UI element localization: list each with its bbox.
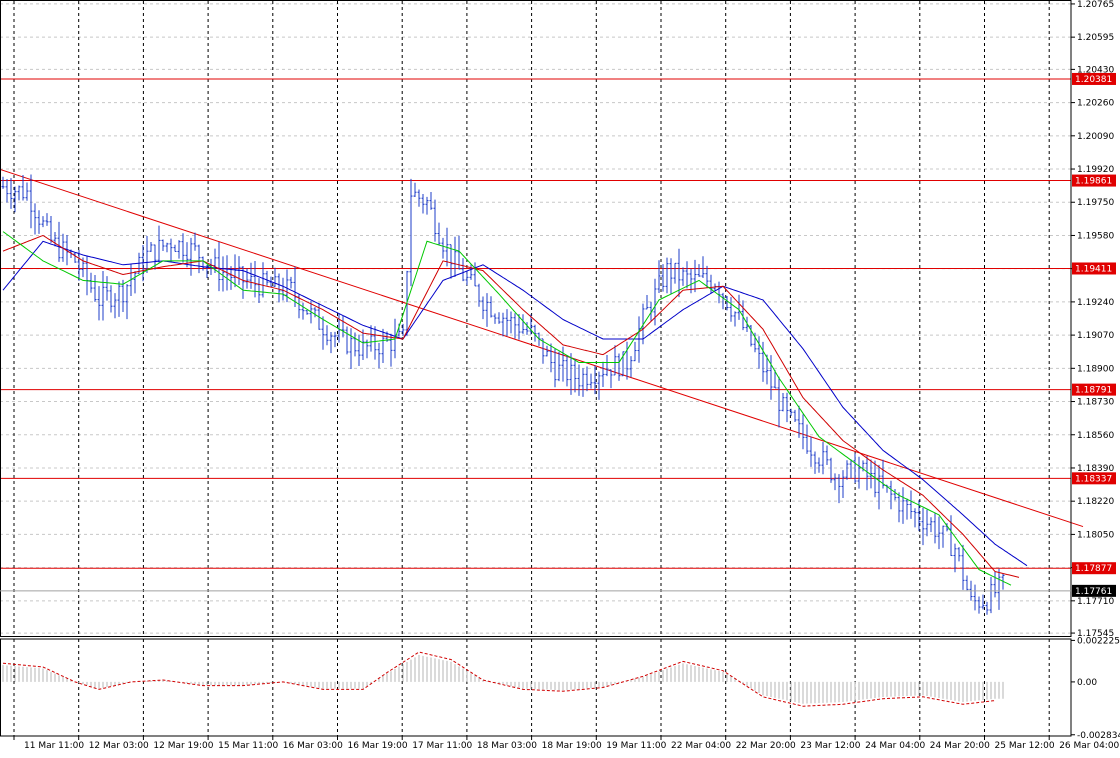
price-pane-border — [0, 0, 1072, 637]
price-tick-label: 1.20595 — [1077, 33, 1114, 43]
price-tick-label: 1.18220 — [1077, 497, 1114, 507]
osc-signal-line — [2, 651, 996, 707]
time-tick-label: 18 Mar 19:00 — [542, 741, 602, 751]
grid — [0, 1, 1071, 736]
price-tick-label: 1.20090 — [1077, 132, 1114, 142]
ma-slow-line — [2, 240, 1028, 567]
time-tick-label: 23 Mar 12:00 — [800, 741, 860, 751]
trendline[interactable] — [0, 165, 1084, 528]
horizontal-levels[interactable] — [0, 78, 1071, 569]
time-tick-label: 11 Mar 11:00 — [24, 741, 84, 751]
time-tick-label: 25 Mar 12:00 — [995, 741, 1055, 751]
time-axis: 11 Mar 11:00 12 Mar 03:00 12 Mar 19:00 15 M… — [13, 736, 1120, 751]
time-tick-label: 12 Mar 19:00 — [153, 741, 213, 751]
time-tick-label: 22 Mar 20:00 — [736, 741, 796, 751]
price-axis: 1.207651.205951.204301.202601.200901.199… — [0, 0, 1120, 741]
time-tick-label: 12 Mar 03:00 — [89, 741, 149, 751]
trendline-segment — [0, 168, 1084, 528]
time-tick-label: 16 Mar 19:00 — [348, 741, 408, 751]
osc-tick-label: 0.002225 — [1077, 636, 1120, 646]
time-tick-label: 16 Mar 03:00 — [283, 741, 343, 751]
price-tick-label: 1.19070 — [1077, 331, 1114, 341]
price-tick-label: 1.18730 — [1077, 398, 1114, 408]
time-tick-label: 15 Mar 11:00 — [218, 741, 278, 751]
level-price-label: 1.19861 — [1075, 177, 1112, 187]
price-tick-label: 1.20765 — [1077, 0, 1114, 10]
level-price-label: 1.18337 — [1075, 474, 1112, 484]
price-chart[interactable]: 1.207651.205951.204301.202601.200901.199… — [0, 0, 1120, 758]
chart-window: 1.20765 1.20595 1.20430 1.20260 1.20090 1.199… — [0, 0, 1120, 758]
time-tick-label: 18 Mar 03:00 — [477, 741, 537, 751]
level-price-label: 1.17877 — [1075, 564, 1112, 574]
time-tick-label: 24 Mar 04:00 — [865, 741, 925, 751]
ma-mid-line — [2, 234, 1020, 578]
osc-tick-label: -0.002834 — [1077, 731, 1120, 741]
price-tick-label: 1.18050 — [1077, 530, 1114, 540]
price-tick-label: 1.18900 — [1077, 364, 1114, 374]
level-price-label: 1.20381 — [1075, 75, 1112, 85]
level-price-label: 1.18791 — [1075, 386, 1112, 396]
oscillator-pane — [2, 651, 1004, 707]
price-tick-label: 1.18560 — [1077, 431, 1114, 441]
time-tick-label: 22 Mar 04:00 — [671, 741, 731, 751]
moving-averages — [2, 231, 1028, 586]
price-tick-label: 1.17710 — [1077, 597, 1114, 607]
price-tick-label: 1.19580 — [1077, 231, 1114, 241]
price-tick-label: 1.19920 — [1077, 165, 1114, 175]
time-tick-label: 24 Mar 20:00 — [930, 741, 990, 751]
time-tick-label: 19 Mar 11:00 — [606, 741, 666, 751]
osc-tick-label: 0.00 — [1077, 678, 1097, 688]
time-tick-label: 26 Mar 04:00 — [1059, 741, 1119, 751]
price-tick-label: 1.19750 — [1077, 198, 1114, 208]
current-price-label: 1.17761 — [1075, 587, 1112, 597]
level-price-label: 1.19411 — [1075, 264, 1112, 274]
price-tick-label: 1.19240 — [1077, 298, 1114, 308]
price-bars — [1, 174, 1005, 615]
oscillator-pane-border — [0, 638, 1072, 737]
price-tick-label: 1.20260 — [1077, 99, 1114, 109]
ma-fast-line — [2, 231, 1012, 586]
time-tick-label: 17 Mar 11:00 — [412, 741, 472, 751]
